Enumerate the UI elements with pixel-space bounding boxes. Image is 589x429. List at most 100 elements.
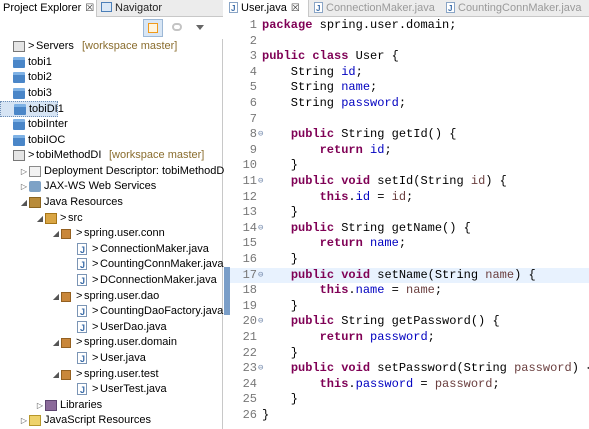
expand-toggle-icon[interactable]: ◢	[52, 289, 60, 304]
tree-item[interactable]: ◢ > src	[0, 211, 223, 227]
code-line[interactable]: 2	[224, 34, 589, 50]
code-line[interactable]: 10 }	[224, 158, 589, 174]
line-number: 8	[249, 127, 257, 142]
code-line[interactable]: 13 }	[224, 205, 589, 221]
expand-toggle-icon[interactable]	[5, 102, 13, 117]
tree-item[interactable]: ▷ Deployment Descriptor: tobiMethodDI	[0, 164, 227, 180]
code-line[interactable]: 17 ⊖ public void setName(String name) {	[224, 267, 589, 284]
expand-toggle-icon[interactable]	[4, 148, 12, 163]
expand-toggle-icon[interactable]: ◢	[20, 195, 28, 210]
code-line[interactable]: 5 String name;	[224, 80, 589, 96]
tree-item[interactable]: tobiIOC	[0, 133, 223, 149]
expand-toggle-icon[interactable]: ◢	[52, 335, 60, 350]
tree-item[interactable]: ◢ > spring.user.domain	[0, 335, 223, 351]
java-file-icon	[77, 242, 87, 258]
line-number: 5	[249, 80, 257, 95]
code-line[interactable]: 1 package spring.user.domain;	[224, 18, 589, 34]
expand-toggle-icon[interactable]	[68, 304, 76, 319]
expand-toggle-icon[interactable]	[4, 86, 12, 101]
tree-item[interactable]: > tobiMethodDI [workspace master]	[0, 148, 223, 164]
tree-item[interactable]: tobi1	[0, 55, 223, 71]
code-line[interactable]: 24 this.password = password;	[224, 377, 589, 393]
close-icon[interactable]: ☒	[85, 3, 94, 14]
expand-toggle-icon[interactable]: ◢	[36, 211, 44, 226]
code-line[interactable]: 4 String id;	[224, 65, 589, 81]
collapse-all-icon[interactable]	[143, 19, 163, 37]
tree-item-label: src	[68, 211, 83, 224]
code-line[interactable]: 16 }	[224, 252, 589, 268]
expand-toggle-icon[interactable]	[68, 273, 76, 288]
code-line[interactable]: 12 this.id = id;	[224, 190, 589, 206]
tree-item[interactable]: >UserTest.java	[0, 382, 223, 398]
code-line[interactable]: 18 this.name = name;	[224, 283, 589, 299]
code-line[interactable]: 25 }	[224, 392, 589, 408]
tree-item[interactable]: ◢ > spring.user.test	[0, 367, 223, 383]
line-number: 10	[242, 158, 257, 173]
expand-toggle-icon[interactable]	[4, 39, 12, 54]
tree-item-label: spring.user.dao	[84, 289, 160, 302]
code-line[interactable]: 11 ⊖ public void setId(String id) {	[224, 174, 589, 190]
code-line[interactable]: 8 ⊖ public String getId() {	[224, 127, 589, 143]
expand-toggle-icon[interactable]	[68, 320, 76, 335]
code-text: this.id = id;	[262, 190, 414, 206]
expand-toggle-icon[interactable]	[4, 70, 12, 85]
expand-toggle-icon[interactable]	[68, 382, 76, 397]
tree-item[interactable]: >ConnectionMaker.java	[0, 242, 223, 258]
code-line[interactable]: 15 return name;	[224, 236, 589, 252]
tab-project-explorer[interactable]: Project Explorer ☒	[0, 0, 97, 17]
expand-toggle-icon[interactable]	[4, 55, 12, 70]
code-line[interactable]: 7	[224, 112, 589, 128]
tree-item[interactable]: ◢ Java Resources	[0, 195, 223, 211]
java-file-icon	[77, 320, 87, 336]
close-icon[interactable]: ☒	[291, 3, 300, 14]
tab-countingconnmaker-java[interactable]: CountingConnMaker.java	[446, 0, 589, 17]
expand-toggle-icon[interactable]	[68, 242, 76, 257]
code-line[interactable]: 6 String password;	[224, 96, 589, 112]
code-line[interactable]: 9 return id;	[224, 143, 589, 159]
expand-toggle-icon[interactable]: ◢	[52, 367, 60, 382]
expand-toggle-icon[interactable]	[4, 133, 12, 148]
tree-item[interactable]: >DConnectionMaker.java	[0, 273, 223, 289]
tree-item-label: Java Resources	[44, 196, 123, 208]
code-line[interactable]: 22 }	[224, 346, 589, 362]
link-with-editor-icon[interactable]	[167, 19, 187, 37]
tab-connectionmaker-java[interactable]: ConnectionMaker.java	[314, 0, 444, 17]
code-text: public class User {	[262, 49, 399, 65]
code-line[interactable]: 23 ⊖ public void setPassword(String passw…	[224, 361, 589, 377]
code-line[interactable]: 21 return password;	[224, 330, 589, 346]
tree-item[interactable]: >UserDao.java	[0, 320, 223, 336]
tree-item[interactable]: >User.java	[0, 351, 223, 367]
tab-user-java[interactable]: User.java ☒	[224, 0, 309, 17]
tab-navigator[interactable]: Navigator	[98, 0, 178, 17]
code-line[interactable]: 26}	[224, 408, 589, 424]
code-line[interactable]: 3 public class User {	[224, 49, 589, 65]
expand-toggle-icon[interactable]: ▷	[36, 398, 44, 413]
code-token: }	[262, 205, 299, 220]
expand-toggle-icon[interactable]: ▷	[20, 413, 28, 428]
expand-toggle-icon[interactable]: ▷	[20, 179, 28, 194]
tree-item[interactable]: ▷ Libraries	[0, 398, 223, 414]
code-token: String	[262, 64, 342, 79]
tree-item[interactable]: tobi2	[0, 70, 223, 86]
code-line[interactable]: 14 ⊖ public String getName() {	[224, 221, 589, 237]
tree-item[interactable]: > Servers [workspace master]	[0, 39, 223, 55]
tree-item[interactable]: ▷ JavaScript Resources	[0, 413, 223, 429]
tree-item[interactable]: >CountingDaoFactory.java	[0, 304, 223, 320]
view-menu-icon[interactable]	[190, 19, 210, 37]
expand-toggle-icon[interactable]	[4, 117, 12, 132]
tree-item[interactable]: ◢ > spring.user.conn	[0, 226, 223, 242]
tree-item[interactable]: tobiDI1	[0, 101, 64, 117]
expand-toggle-icon[interactable]	[68, 351, 76, 366]
code-line[interactable]: 19 }	[224, 299, 589, 315]
tree-item[interactable]: tobiInter	[0, 117, 223, 133]
tree-item[interactable]: ◢ > spring.user.dao	[0, 289, 223, 305]
tree-item[interactable]: ▷ JAX-WS Web Services	[0, 179, 223, 195]
package-icon	[61, 229, 71, 240]
expand-toggle-icon[interactable]: ▷	[20, 164, 28, 179]
code-line[interactable]: 20 ⊖ public String getPassword() {	[224, 314, 589, 330]
expand-toggle-icon[interactable]: ◢	[52, 226, 60, 241]
expand-toggle-icon[interactable]	[68, 257, 76, 272]
tree-item[interactable]: tobi3	[0, 86, 223, 102]
code-token: String getName() {	[334, 220, 471, 235]
tree-item[interactable]: >CountingConnMaker.java	[0, 257, 224, 273]
